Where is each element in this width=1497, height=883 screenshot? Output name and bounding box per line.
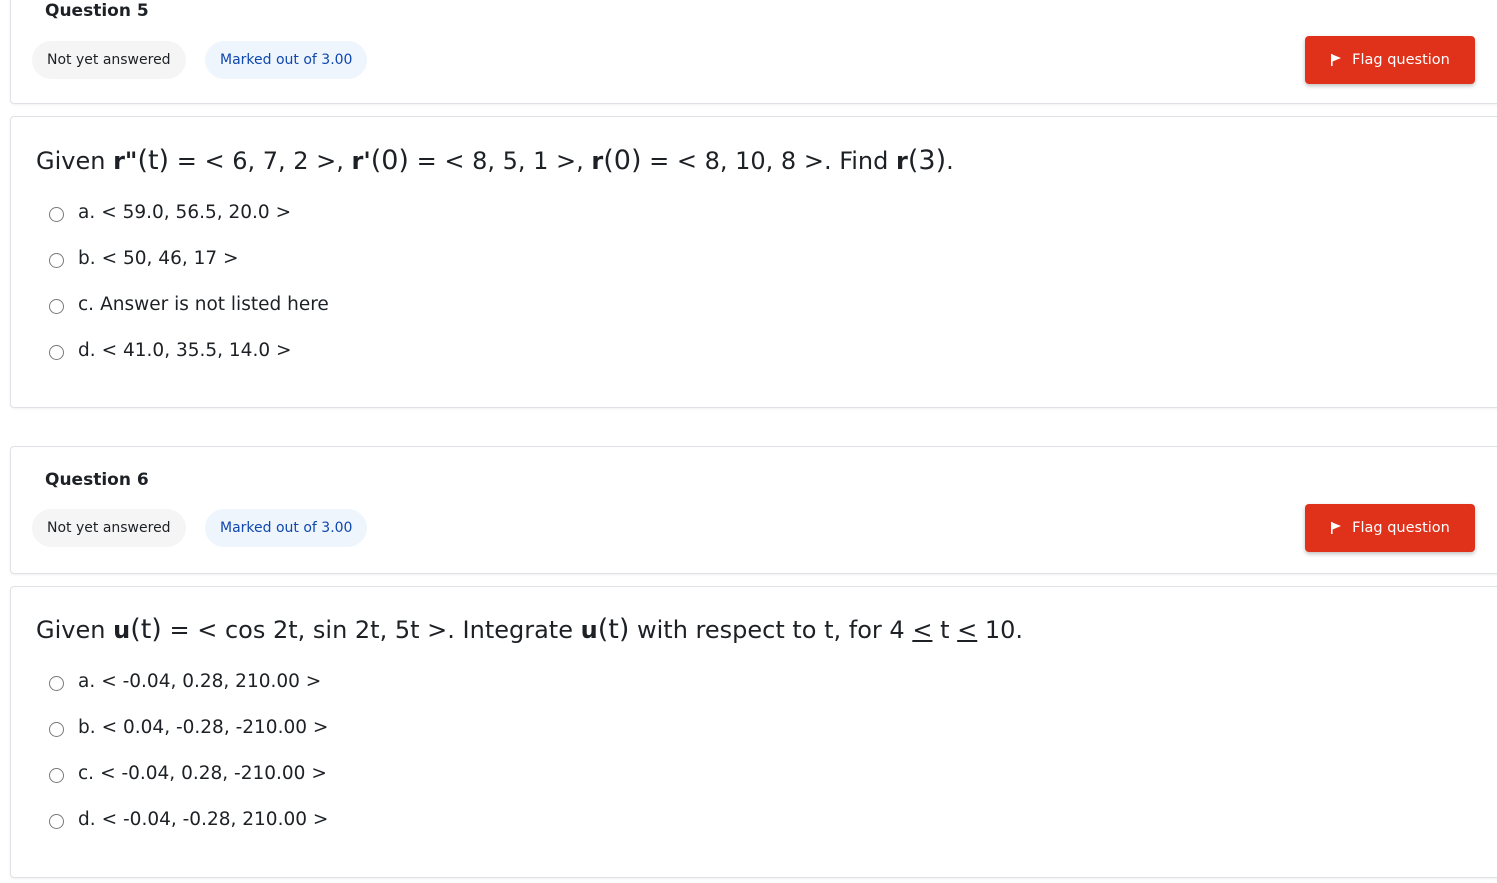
question-5-option-a[interactable]: a. < 59.0, 56.5, 20.0 > (49, 202, 291, 223)
question-5-info: Question 5 Not yet answered Marked out o… (10, 0, 1497, 104)
option-letter: a. (78, 202, 96, 223)
q-text-part: (0) (603, 145, 642, 176)
q-text-part: . (946, 147, 954, 175)
q-text-part: r" (113, 147, 138, 175)
question-6-option-b[interactable]: b. < 0.04, -0.28, -210.00 > (49, 717, 328, 738)
option-letter: c. (78, 763, 95, 784)
radio-circle-icon[interactable] (49, 675, 64, 691)
q-text-part: = < cos 2t, sin 2t, 5t >. Integrate (161, 616, 573, 644)
radio-circle-icon[interactable] (49, 344, 64, 360)
question-5-content: Given r"(t) = < 6, 7, 2 >, r'(0) = < 8, … (10, 116, 1497, 408)
option-text: < 0.04, -0.28, -210.00 > (101, 717, 329, 738)
question-6-info: Question 6 Not yet answered Marked out o… (10, 446, 1497, 574)
option-letter: a. (78, 671, 96, 692)
question-5-marks-badge: Marked out of 3.00 (205, 41, 368, 79)
q-text-part: Given (36, 147, 106, 175)
q-text-part: r (896, 147, 908, 175)
question-6-option-c[interactable]: c. < -0.04, 0.28, -210.00 > (49, 763, 327, 784)
q-text-part: Given (36, 616, 106, 644)
q-text-part: = < 8, 10, 8 >. Find (641, 147, 889, 175)
option-letter: d. (78, 340, 96, 361)
q-text-part: u (113, 616, 131, 644)
question-5-text: Given r"(t) = < 6, 7, 2 >, r'(0) = < 8, … (36, 145, 954, 176)
question-6-option-a[interactable]: a. < -0.04, 0.28, 210.00 > (49, 671, 321, 692)
question-6-text: Given u(t) = < cos 2t, sin 2t, 5t >. Int… (36, 614, 1023, 645)
option-text: < -0.04, 0.28, 210.00 > (101, 671, 322, 692)
question-5-state-badge: Not yet answered (32, 41, 186, 79)
radio-circle-icon[interactable] (49, 252, 64, 268)
q-text-part: (0) (370, 145, 409, 176)
flag-button-label: Flag question (1352, 52, 1450, 68)
question-5-option-c[interactable]: c. Answer is not listed here (49, 294, 329, 315)
radio-circle-icon[interactable] (49, 298, 64, 314)
q-text-part: 10. (984, 616, 1024, 644)
q-text-part: < (957, 616, 978, 644)
radio-circle-icon[interactable] (49, 721, 64, 737)
option-letter: d. (78, 809, 96, 830)
q-text-part: (3) (907, 145, 947, 176)
question-6-content: Given u(t) = < cos 2t, sin 2t, 5t >. Int… (10, 586, 1497, 878)
q-text-part: t (940, 616, 950, 644)
radio-circle-icon[interactable] (49, 813, 64, 829)
question-6-option-d[interactable]: d. < -0.04, -0.28, 210.00 > (49, 809, 328, 830)
option-letter: b. (78, 717, 96, 738)
q-text-part: (t) (597, 614, 630, 645)
q-text-part: u (580, 616, 598, 644)
flag-icon (1331, 54, 1342, 66)
question-6-state-badge: Not yet answered (32, 509, 186, 547)
radio-circle-icon[interactable] (49, 767, 64, 783)
option-letter: c. (78, 294, 95, 315)
question-6-marks-badge: Marked out of 3.00 (205, 509, 368, 547)
q-text-part: r (591, 147, 604, 175)
question-5-flag-button[interactable]: Flag question (1305, 36, 1475, 84)
option-text: < 41.0, 35.5, 14.0 > (101, 340, 292, 361)
question-6-title: Question 6 (45, 470, 149, 490)
q-text-part: = < 6, 7, 2 >, (169, 147, 344, 175)
option-text: < -0.04, -0.28, 210.00 > (101, 809, 329, 830)
q-text-part: (t) (130, 614, 162, 645)
question-5-option-b[interactable]: b. < 50, 46, 17 > (49, 248, 239, 269)
q-text-part: r' (351, 147, 371, 175)
flag-button-label: Flag question (1352, 520, 1450, 536)
question-6-flag-button[interactable]: Flag question (1305, 504, 1475, 552)
question-5-option-d[interactable]: d. < 41.0, 35.5, 14.0 > (49, 340, 292, 361)
option-text: < -0.04, 0.28, -210.00 > (100, 763, 327, 784)
flag-icon (1331, 522, 1342, 534)
q-text-part: < (912, 616, 933, 644)
option-letter: b. (78, 248, 96, 269)
q-text-part: with respect to t, for 4 (629, 616, 905, 644)
option-text: < 59.0, 56.5, 20.0 > (101, 202, 292, 223)
option-text: < 50, 46, 17 > (101, 248, 239, 269)
q-text-part: (t) (137, 145, 170, 176)
radio-circle-icon[interactable] (49, 206, 64, 222)
option-text: Answer is not listed here (100, 294, 329, 315)
q-text-part: = < 8, 5, 1 >, (408, 147, 584, 175)
question-5-title: Question 5 (45, 1, 149, 21)
